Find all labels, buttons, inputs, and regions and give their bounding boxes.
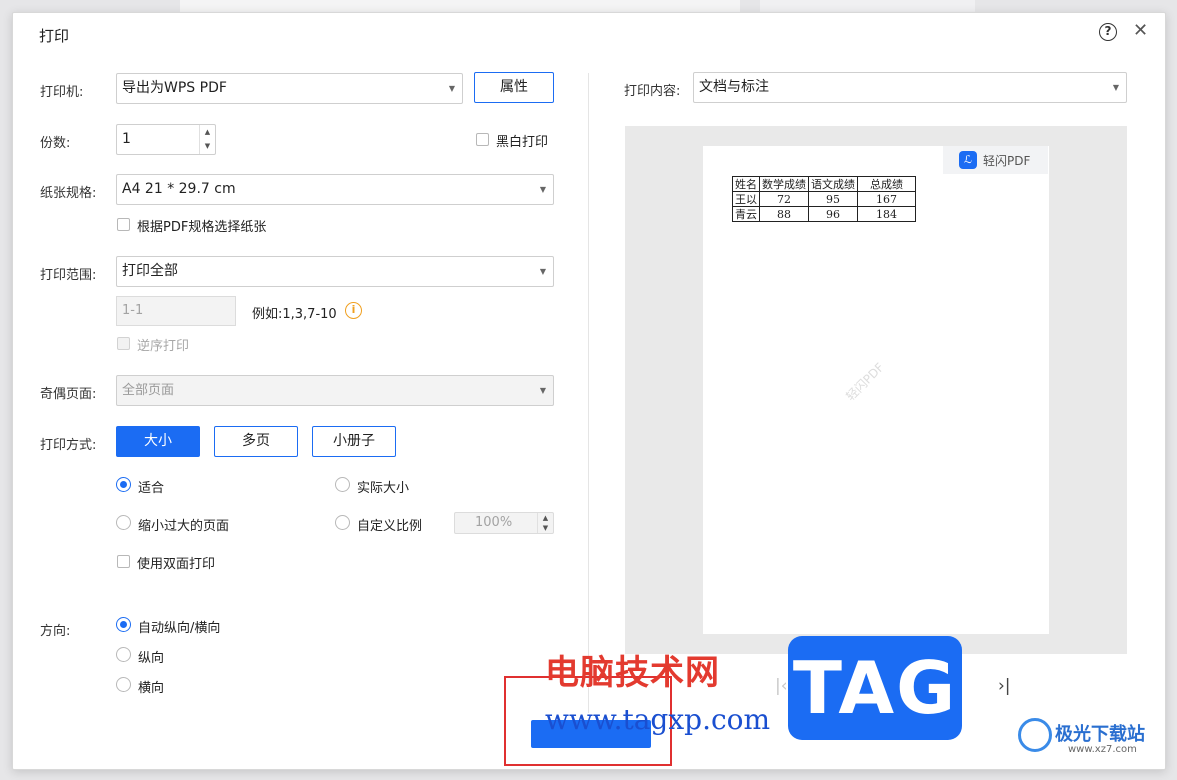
printer-select[interactable]: 导出为WPS PDF ▼ (116, 73, 463, 104)
portrait-label: 纵向 (138, 651, 165, 666)
page-range-input[interactable]: 1-1 (116, 296, 236, 326)
table-header-row: 姓名 数学成绩 语文成绩 总成绩 (732, 176, 916, 192)
landscape-label: 横向 (138, 681, 165, 696)
printer-value: 导出为WPS PDF (122, 80, 227, 96)
page-range-hint: 例如:1,3,7-10 (252, 307, 337, 322)
site-logo-icon (1018, 718, 1052, 752)
reverse-print-label: 逆序打印 (137, 339, 190, 354)
auto-orientation-label: 自动纵向/横向 (138, 621, 221, 636)
background-window-strip (180, 0, 740, 12)
chevron-down-icon: ▼ (1112, 83, 1119, 92)
stepper-arrows[interactable]: ▲ ▼ (199, 125, 215, 154)
site-logo-sub: www.xz7.com (1068, 744, 1137, 755)
paper-select[interactable]: A4 21 * 29.7 cm ▼ (116, 174, 554, 205)
stepper-arrows[interactable]: ▲ ▼ (537, 513, 553, 533)
copies-label: 份数: (40, 136, 71, 151)
table-cell: 96 (808, 206, 858, 222)
table-row: 青云 88 96 184 (732, 206, 916, 222)
chevron-down-icon: ▼ (539, 267, 546, 276)
column-divider (588, 73, 589, 713)
first-page-icon[interactable]: |‹ (775, 676, 788, 696)
odd-even-value: 全部页面 (122, 383, 175, 398)
table-header-cell: 语文成绩 (808, 176, 858, 192)
custom-scale-radio[interactable] (335, 515, 350, 530)
copies-value: 1 (122, 131, 131, 147)
shrink-label: 缩小过大的页面 (138, 519, 230, 534)
range-label: 打印范围: (40, 268, 97, 283)
table-header-cell: 姓名 (732, 176, 760, 192)
help-icon[interactable]: ? (1099, 23, 1117, 41)
print-content-select[interactable]: 文档与标注 ▼ (693, 72, 1127, 103)
range-select[interactable]: 打印全部 ▼ (116, 256, 554, 287)
odd-even-select[interactable]: 全部页面 ▼ (116, 375, 554, 406)
table-cell: 88 (759, 206, 809, 222)
dialog-title: 打印 (39, 27, 70, 45)
reverse-print-checkbox[interactable] (117, 337, 130, 350)
table-cell: 72 (759, 191, 809, 207)
orientation-label: 方向: (40, 624, 71, 639)
copies-stepper[interactable]: 1 ▲ ▼ (116, 124, 216, 155)
shrink-radio[interactable] (116, 515, 131, 530)
chevron-down-icon: ▼ (448, 84, 455, 93)
grayscale-checkbox[interactable] (476, 133, 489, 146)
custom-scale-value: 100% (475, 515, 513, 530)
table-row: 王以 72 95 167 (732, 191, 916, 207)
close-icon[interactable]: ✕ (1133, 21, 1148, 41)
tab-size[interactable]: 大小 (116, 426, 200, 457)
last-page-icon[interactable]: ›| (998, 676, 1011, 696)
auto-orientation-radio[interactable] (116, 617, 131, 632)
duplex-checkbox[interactable] (117, 555, 130, 568)
actual-size-label: 实际大小 (357, 481, 410, 496)
print-content-label: 打印内容: (624, 84, 681, 99)
chevron-down-icon[interactable]: ▼ (538, 523, 553, 533)
table-cell: 青云 (732, 206, 760, 222)
range-value: 打印全部 (122, 263, 178, 279)
match-pdf-label: 根据PDF规格选择纸张 (137, 220, 267, 235)
overlay-site-text: 电脑技术网 (545, 653, 720, 693)
chevron-down-icon: ▼ (539, 185, 546, 194)
odd-even-label: 奇偶页面: (40, 387, 97, 402)
paper-value: A4 21 * 29.7 cm (122, 181, 236, 197)
printer-label: 打印机: (40, 85, 84, 100)
table-cell: 王以 (732, 191, 760, 207)
tab-booklet[interactable]: 小册子 (312, 426, 396, 457)
chevron-up-icon[interactable]: ▲ (538, 513, 553, 523)
match-pdf-checkbox[interactable] (117, 218, 130, 231)
table-cell: 95 (808, 191, 858, 207)
chevron-up-icon[interactable]: ▲ (200, 125, 215, 139)
info-icon[interactable]: i (345, 302, 362, 319)
background-window-strip (760, 0, 975, 12)
custom-scale-label: 自定义比例 (357, 519, 423, 534)
portrait-radio[interactable] (116, 647, 131, 662)
table-header-cell: 数学成绩 (759, 176, 809, 192)
chevron-down-icon[interactable]: ▼ (200, 139, 215, 153)
preview-logo-text: 轻闪PDF (983, 154, 1031, 168)
fit-label: 适合 (138, 481, 165, 496)
print-content-value: 文档与标注 (699, 79, 769, 95)
custom-scale-stepper[interactable]: 100% ▲ ▼ (454, 512, 554, 534)
tag-badge: TAG (788, 636, 962, 740)
print-mode-label: 打印方式: (40, 438, 97, 453)
preview-table: 姓名 数学成绩 语文成绩 总成绩 王以 72 95 167 青云 88 96 1… (732, 176, 916, 222)
duplex-label: 使用双面打印 (137, 557, 216, 572)
fit-radio[interactable] (116, 477, 131, 492)
table-cell: 167 (857, 191, 916, 207)
chevron-down-icon: ▼ (539, 386, 546, 395)
properties-button[interactable]: 属性 (474, 72, 554, 103)
site-logo-text: 极光下载站 (1055, 724, 1145, 745)
app-logo-icon: ℒ (959, 151, 977, 169)
landscape-radio[interactable] (116, 677, 131, 692)
table-header-cell: 总成绩 (857, 176, 916, 192)
actual-size-radio[interactable] (335, 477, 350, 492)
paper-label: 纸张规格: (40, 186, 97, 201)
grayscale-label: 黑白打印 (496, 135, 549, 150)
table-cell: 184 (857, 206, 916, 222)
overlay-site-url: www.tagxp.com (545, 703, 771, 736)
tab-multi-page[interactable]: 多页 (214, 426, 298, 457)
